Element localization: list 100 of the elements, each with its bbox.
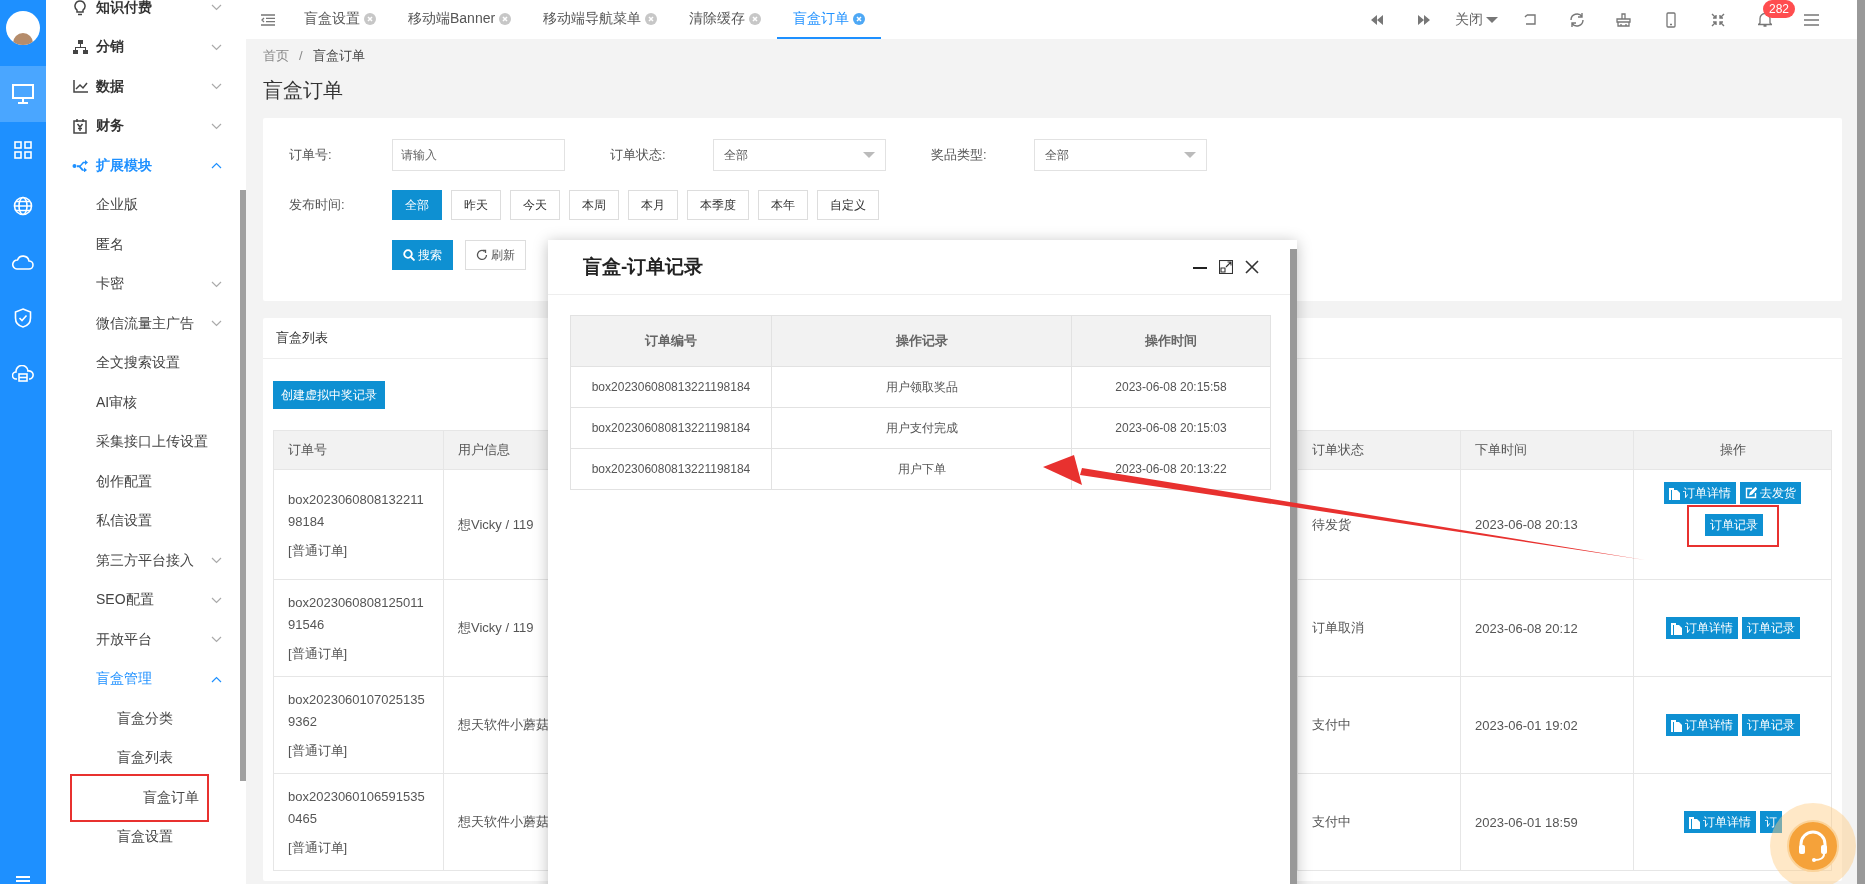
filter-option[interactable]: 本季度 (687, 190, 749, 220)
action-button[interactable]: 去发货 (1740, 482, 1801, 504)
column-header: 下单时间 (1460, 430, 1634, 470)
tab[interactable]: 盲盒设置 (288, 0, 392, 39)
menu-icon[interactable] (1804, 13, 1819, 26)
field-label: 订单号: (289, 146, 333, 164)
tab[interactable]: 移动端Banner (392, 0, 528, 39)
headset-icon (1787, 820, 1839, 872)
chevron-icon (211, 557, 222, 564)
sidebar-item[interactable]: 知识付费 (46, 0, 240, 28)
create-button[interactable]: 创建虚拟中奖记录 (273, 381, 385, 409)
filter-option[interactable]: 全部 (392, 190, 442, 220)
sidebar-item[interactable]: AI审核 (46, 383, 240, 423)
sidebar-item[interactable]: 开放平台 (46, 620, 240, 660)
money-icon (73, 118, 87, 134)
sidebar-item[interactable]: 盲盒分类 (46, 699, 240, 739)
action-button[interactable]: 订单记录 (1704, 514, 1763, 536)
document-icon (1670, 718, 1682, 732)
refresh-icon[interactable] (1568, 11, 1585, 28)
chevron-icon (211, 4, 222, 11)
document-icon (1688, 815, 1700, 829)
bell-icon[interactable] (1757, 12, 1772, 27)
shield-icon (14, 308, 32, 328)
sidebar-item[interactable]: 第三方平台接入 (46, 541, 240, 581)
scrollbar[interactable] (1857, 0, 1865, 884)
sidebar-item[interactable]: 企业版 (46, 185, 240, 225)
broom-icon[interactable] (1616, 12, 1631, 27)
filter-option[interactable]: 今天 (510, 190, 560, 220)
fast-forward-icon[interactable] (1417, 14, 1430, 25)
action-button[interactable]: 订单记录 (1741, 617, 1800, 639)
action-button[interactable]: 订单详情 (1683, 811, 1756, 833)
mobile-phone-icon[interactable] (1665, 11, 1676, 28)
action-button[interactable]: 订单详情 (1664, 482, 1736, 504)
sidebar-item[interactable]: 创作配置 (46, 462, 240, 502)
user-avatar[interactable] (6, 11, 40, 45)
table-cell: 2023-06-01 19:02 (1460, 676, 1634, 774)
chevron-icon (211, 636, 222, 643)
scrollbar[interactable] (1290, 249, 1297, 884)
order-type: [普通订单] (288, 839, 349, 857)
table-cell: 用户支付完成 (771, 407, 1072, 449)
filter-option[interactable]: 昨天 (451, 190, 501, 220)
action-button[interactable]: 订单详情 (1665, 617, 1738, 639)
input-field[interactable]: 请输入 (392, 139, 565, 171)
compress-icon[interactable] (1710, 12, 1725, 27)
filter-option[interactable]: 本年 (758, 190, 808, 220)
return-icon[interactable] (1523, 14, 1536, 25)
close-icon[interactable] (1245, 260, 1259, 274)
chevron-icon (211, 280, 222, 288)
filter-option[interactable]: 本月 (628, 190, 678, 220)
order-number: box202306080813221198184 (288, 490, 425, 531)
dialog-title: 盲盒-订单记录 (583, 255, 704, 279)
sidebar-item[interactable]: 盲盒订单 (70, 774, 209, 822)
select-field[interactable]: 全部 (713, 139, 886, 171)
filter-option[interactable]: 自定义 (817, 190, 879, 220)
sidebar-item[interactable]: 匿名 (46, 225, 240, 265)
sidebar-item[interactable]: SEO配置 (46, 580, 240, 620)
column-header: 订单状态 (1297, 430, 1461, 470)
action-button[interactable]: 订单详情 (1665, 714, 1738, 736)
table-cell: 2023-06-08 20:15:58 (1071, 366, 1271, 408)
chevron-icon (211, 675, 222, 683)
column-header: 操作 (1633, 430, 1832, 470)
chevron-icon (211, 162, 222, 169)
chevron-icon (211, 320, 222, 327)
table-cell: box202306080813221198184 (570, 448, 772, 490)
sidebar-item[interactable]: 数据 (46, 67, 240, 107)
search-button[interactable]: 搜索 (392, 240, 453, 270)
refresh-button[interactable]: 刷新 (465, 240, 526, 270)
monitor-icon (12, 84, 34, 104)
order-number: box202306080812501191546 (288, 594, 425, 634)
maximize-icon[interactable] (1219, 260, 1233, 274)
chevron-icon (211, 83, 222, 90)
tab[interactable]: 移动端导航菜单 (527, 0, 674, 39)
sidebar-item[interactable]: 采集接口上传设置 (46, 422, 240, 462)
table-cell: box202306080813221198184 (570, 366, 772, 408)
cloud-icon (12, 254, 34, 270)
breadcrumb-link[interactable]: 盲盒订单 (312, 47, 365, 65)
collapse-icon[interactable] (261, 13, 275, 26)
sidebar-item[interactable]: 分销 (46, 27, 240, 67)
sidebar-item[interactable]: 财务 (46, 106, 240, 146)
action-button[interactable]: 订 (1759, 811, 1782, 833)
sidebar-item[interactable]: 卡密 (46, 264, 240, 304)
grid-icon (14, 141, 32, 159)
table-cell: box202306080813221198184 (570, 407, 772, 449)
sidebar-item[interactable]: 微信流量主广告 (46, 304, 240, 344)
breadcrumb-separator: / (299, 47, 303, 65)
sidebar-item[interactable]: 私信设置 (46, 501, 240, 541)
edit-icon (1745, 487, 1757, 499)
document-icon (1670, 621, 1682, 635)
scrollbar[interactable] (240, 190, 246, 781)
globe-icon (13, 196, 33, 216)
action-button[interactable]: 订单记录 (1741, 714, 1800, 736)
column-header: 操作记录 (771, 315, 1072, 367)
sidebar-item[interactable]: 全文搜索设置 (46, 343, 240, 383)
select-field[interactable]: 全部 (1034, 139, 1207, 171)
table-cell: 用户领取奖品 (771, 366, 1072, 408)
close-menu-button[interactable]: 关闭 (1447, 10, 1506, 29)
filter-option[interactable]: 本周 (569, 190, 619, 220)
tab[interactable]: 清除缓存 (673, 0, 778, 39)
column-header: 订单号 (273, 430, 444, 470)
rewind-icon[interactable] (1370, 14, 1383, 25)
